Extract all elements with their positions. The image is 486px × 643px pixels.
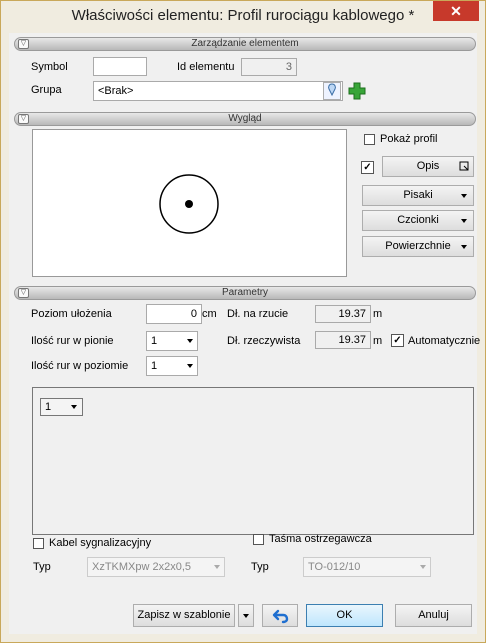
dropdown-arrow-icon	[187, 339, 193, 343]
surfaces-label: Powierzchnie	[385, 240, 451, 252]
proj-length-unit: m	[373, 308, 383, 320]
vertical-count-label: Ilość rur w pionie	[31, 335, 114, 347]
surfaces-button[interactable]: Powierzchnie	[362, 236, 474, 257]
auto-label: Automatycznie	[408, 335, 481, 347]
title-bar[interactable]: Właściwości elementu: Profil rurociągu k…	[1, 1, 485, 33]
properties-dialog: Właściwości elementu: Profil rurociągu k…	[0, 0, 486, 643]
dropdown-arrow-icon	[243, 614, 249, 618]
dropdown-arrow-icon	[461, 194, 467, 198]
tape-type-label: Typ	[251, 561, 269, 573]
warning-tape-checkbox[interactable]	[253, 534, 264, 545]
signal-cable-checkbox[interactable]	[33, 538, 44, 549]
cancel-label: Anuluj	[418, 609, 449, 621]
auto-checkbox[interactable]: ✓	[391, 334, 404, 347]
collapse-chevron-icon[interactable]: ▽	[18, 288, 29, 298]
profile-preview	[32, 129, 347, 277]
section-header-appearance[interactable]: ▽ Wygląd	[14, 112, 476, 126]
level-label: Poziom ułożenia	[31, 308, 112, 320]
dropdown-arrow-icon	[420, 565, 426, 569]
horizontal-count-value: 1	[151, 360, 158, 372]
id-field: 3	[241, 58, 297, 76]
dropdown-arrow-icon	[461, 219, 467, 223]
close-button[interactable]: ✕	[433, 1, 479, 21]
cable-type-label: Typ	[33, 561, 51, 573]
dropdown-arrow-icon	[214, 565, 220, 569]
real-length-field: 19.37	[315, 331, 371, 349]
undo-icon	[272, 609, 289, 624]
vertical-count-value: 1	[151, 335, 158, 347]
pipe-grid-panel: 1	[32, 387, 474, 535]
description-checkbox[interactable]: ✓	[361, 161, 374, 174]
collapse-chevron-icon[interactable]: ▽	[18, 39, 29, 49]
tape-type-value: TO-012/10	[308, 561, 361, 573]
level-input[interactable]: 0	[146, 304, 202, 324]
grid-pipe-select[interactable]: 1	[40, 398, 83, 416]
vertical-count-select[interactable]: 1	[146, 331, 198, 351]
id-label: Id elementu	[177, 61, 235, 73]
real-length-unit: m	[373, 335, 383, 347]
group-field[interactable]: <Brak>	[93, 81, 343, 101]
group-label: Grupa	[31, 84, 62, 96]
horizontal-count-label: Ilość rur w poziomie	[31, 360, 129, 372]
dropdown-arrow-icon	[71, 405, 77, 409]
show-profile-label: Pokaż profil	[380, 133, 438, 145]
pipe-profile-drawing	[159, 174, 219, 234]
symbol-label: Symbol	[31, 61, 68, 73]
cable-type-select: XzTKMXpw 2x2x0,5	[87, 557, 225, 577]
section-header-params[interactable]: ▽ Parametry	[14, 286, 476, 300]
collapse-chevron-icon[interactable]: ▽	[18, 114, 29, 124]
tape-type-select: TO-012/10	[303, 557, 431, 577]
fonts-label: Czcionki	[397, 214, 439, 226]
section-title: Wygląd	[228, 113, 262, 124]
dropdown-arrow-icon	[187, 364, 193, 368]
save-template-menu-button[interactable]	[238, 604, 254, 627]
save-template-label: Zapisz w szablonie	[137, 609, 231, 621]
show-profile-checkbox[interactable]	[364, 134, 375, 145]
fonts-button[interactable]: Czcionki	[362, 210, 474, 231]
add-group-button[interactable]	[347, 81, 367, 101]
dialog-body: ▽ Zarządzanie elementem Symbol Id elemen…	[9, 33, 481, 634]
real-length-label: Dł. rzeczywista	[227, 335, 301, 347]
pens-button[interactable]: Pisaki	[362, 185, 474, 206]
plus-icon	[348, 82, 366, 100]
symbol-input[interactable]	[93, 57, 147, 76]
section-title: Parametry	[221, 287, 269, 298]
ok-button[interactable]: OK	[306, 604, 383, 627]
group-picker-button[interactable]	[323, 82, 341, 100]
marker-icon	[328, 83, 336, 97]
pipe-center-dot	[185, 200, 193, 208]
description-button[interactable]: Opis	[382, 156, 474, 177]
grid-pipe-value: 1	[45, 401, 52, 413]
cancel-button[interactable]: Anuluj	[395, 604, 472, 627]
pens-label: Pisaki	[403, 189, 433, 201]
section-title: Zarządzanie elementem	[191, 38, 299, 49]
signal-cable-label: Kabel sygnalizacyjny	[49, 537, 152, 549]
description-label: Opis	[416, 160, 440, 172]
dropdown-arrow-icon	[461, 245, 467, 249]
horizontal-count-select[interactable]: 1	[146, 356, 198, 376]
group-value: <Brak>	[98, 85, 134, 97]
save-template-button[interactable]: Zapisz w szablonie	[133, 604, 235, 627]
section-header-management[interactable]: ▽ Zarządzanie elementem	[14, 37, 476, 51]
level-unit: cm	[202, 308, 217, 320]
open-dialog-icon	[459, 161, 469, 171]
ok-label: OK	[336, 609, 353, 621]
undo-button[interactable]	[262, 604, 298, 627]
window-title: Właściwości elementu: Profil rurociągu k…	[71, 7, 415, 24]
warning-tape-label: Taśma ostrzegawcza	[269, 533, 372, 545]
proj-length-field: 19.37	[315, 305, 371, 323]
proj-length-label: Dł. na rzucie	[227, 308, 289, 320]
cable-type-value: XzTKMXpw 2x2x0,5	[92, 561, 192, 573]
